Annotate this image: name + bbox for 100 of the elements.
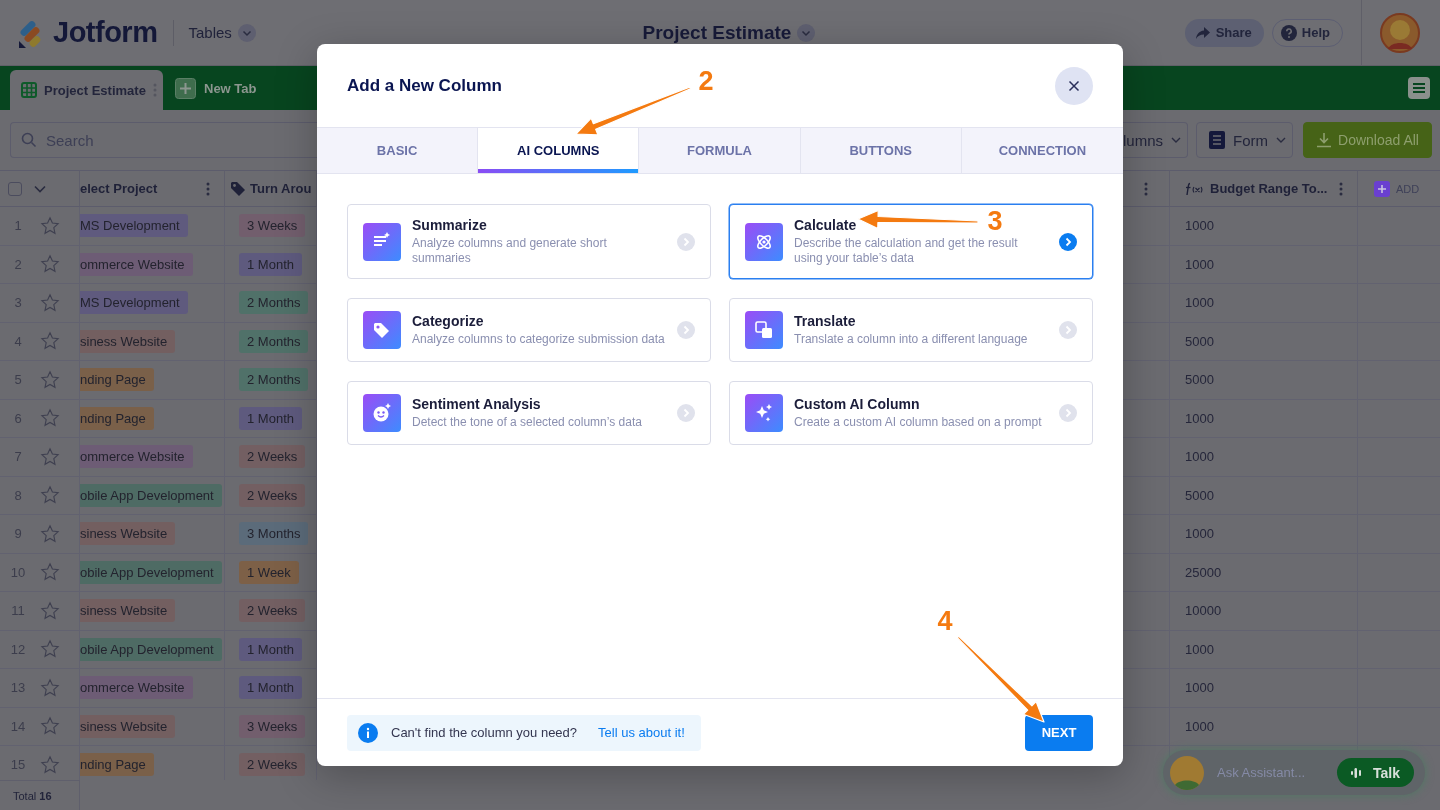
share-icon — [1194, 25, 1211, 40]
tag: ommerce Website — [80, 252, 193, 276]
tag: nding Page — [80, 368, 154, 392]
table-cell: 1000 — [1185, 449, 1214, 465]
table-cell: 10000 — [1185, 603, 1222, 619]
option-card[interactable]: Summarize Analyze columns and generate short summaries — [347, 204, 711, 279]
tag: obile App Development — [80, 560, 222, 584]
table-title-dropdown[interactable]: Project Estimate — [642, 21, 816, 44]
table-cell: 1000 — [1185, 410, 1214, 426]
tag: nding Page — [80, 753, 154, 777]
search-icon — [21, 132, 37, 148]
tag: 3 Weeks — [239, 214, 306, 238]
step-number: 4 — [937, 606, 953, 636]
formula-icon — [1185, 181, 1203, 196]
option-description: Analyze columns to categorize submission data — [412, 332, 665, 347]
list-sparkle-icon — [363, 222, 401, 261]
table-cell: 1000 — [1185, 218, 1214, 234]
tag: MS Development — [80, 214, 188, 238]
star-icon[interactable] — [40, 523, 60, 544]
star-icon[interactable] — [40, 677, 60, 698]
star-icon[interactable] — [40, 446, 60, 467]
next-button[interactable]: NEXT — [1025, 714, 1093, 751]
tag: 1 Week — [239, 560, 299, 584]
option-description: Detect the tone of a selected column’s data — [412, 415, 642, 430]
smiley-icon — [363, 394, 401, 432]
tag: 3 Months — [239, 522, 309, 546]
voice-icon — [1351, 766, 1363, 779]
star-icon[interactable] — [40, 639, 60, 660]
more-icon — [1339, 181, 1343, 196]
more-icon — [206, 181, 210, 196]
tag: 1 Month — [239, 637, 302, 661]
option-title: Calculate — [794, 217, 857, 233]
tag: 2 Weeks — [239, 445, 306, 469]
tab[interactable]: AI COLUMNS — [478, 128, 640, 173]
sparkles-icon — [745, 394, 783, 432]
option-description: Describe the calculation and get the result using your table’s data — [794, 236, 1019, 266]
tag: 2 Weeks — [239, 483, 306, 507]
checkbox[interactable] — [8, 181, 22, 196]
section-dropdown[interactable]: Tables — [188, 23, 256, 42]
share-button[interactable]: Share — [1184, 18, 1264, 47]
tag: 2 Months — [239, 329, 309, 353]
star-icon[interactable] — [40, 716, 60, 737]
star-icon[interactable] — [40, 215, 60, 236]
tag: ommerce Website — [80, 676, 193, 700]
tag: 1 Month — [239, 252, 302, 276]
chevron-icon[interactable] — [34, 184, 46, 193]
table-cell: 1000 — [1185, 680, 1214, 696]
star-icon[interactable] — [40, 562, 60, 583]
table-cell: 1000 — [1185, 256, 1214, 272]
plus-icon — [1374, 180, 1390, 197]
total-count: Total 16 — [13, 789, 52, 802]
tag-icon — [230, 180, 246, 197]
close-icon — [1068, 79, 1080, 92]
help-icon — [1280, 24, 1297, 41]
option-title: Translate — [794, 313, 856, 329]
form-dropdown[interactable]: Form — [1196, 122, 1293, 158]
menu-icon[interactable] — [1408, 77, 1430, 99]
chevron-icon — [1276, 137, 1286, 143]
star-icon[interactable] — [40, 254, 60, 275]
option-title: Summarize — [412, 217, 487, 233]
table-cell: 1000 — [1185, 641, 1214, 657]
table-cell: 1000 — [1185, 295, 1214, 311]
option-title: Categorize — [412, 313, 484, 329]
star-icon[interactable] — [40, 292, 60, 313]
tag: obile App Development — [80, 483, 222, 507]
star-icon[interactable] — [40, 485, 60, 506]
option-card[interactable]: Sentiment Analysis Detect the tone of a selected column’s data — [347, 381, 711, 445]
option-title: Sentiment Analysis — [412, 396, 541, 412]
chevron-icon — [1171, 137, 1181, 143]
new-tab-button[interactable]: New Tab — [175, 70, 257, 110]
column-header: elect Project — [80, 181, 158, 196]
feedback-link[interactable]: Tell us about it! — [598, 725, 685, 740]
chevron-icon — [237, 23, 256, 42]
talk-button[interactable]: Talk — [1337, 758, 1414, 787]
option-card[interactable]: Translate Translate a column into a different language — [729, 298, 1093, 362]
star-icon[interactable] — [40, 331, 60, 352]
info-text: Can't find the column you need? — [391, 725, 578, 740]
tag: MS Development — [80, 291, 188, 315]
close-button[interactable] — [1055, 66, 1093, 105]
tag: 1 Month — [239, 406, 302, 430]
tag: obile App Development — [80, 637, 222, 661]
option-card[interactable]: Categorize Analyze columns to categorize submission data — [347, 298, 711, 362]
download-button[interactable]: Download All — [1303, 122, 1432, 158]
option-description: Analyze columns and generate short summaries — [412, 236, 608, 266]
atom-icon — [745, 222, 783, 261]
info-icon — [358, 722, 378, 743]
tag: 3 Weeks — [239, 714, 306, 738]
option-card[interactable]: Custom AI Column Create a custom AI column based on a prompt — [729, 381, 1093, 445]
avatar[interactable] — [1380, 12, 1420, 53]
star-icon[interactable] — [40, 408, 60, 429]
option-title: Custom AI Column — [794, 396, 920, 412]
tag: nding Page — [80, 406, 154, 430]
table-cell: 1000 — [1185, 718, 1214, 734]
tag: siness Website — [80, 522, 176, 546]
star-icon[interactable] — [40, 369, 60, 390]
table-tab[interactable]: Project Estimate — [10, 70, 163, 110]
column-header: Budget Range To... — [1210, 181, 1329, 196]
download-icon — [1316, 132, 1333, 148]
star-icon[interactable] — [40, 600, 60, 621]
star-icon[interactable] — [40, 754, 60, 775]
